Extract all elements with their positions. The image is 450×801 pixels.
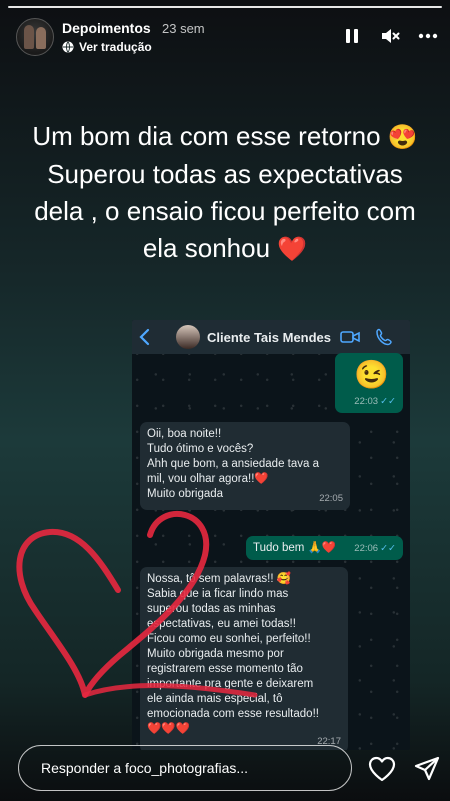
message-line: Oii, boa noite!!	[147, 428, 222, 440]
post-time: 23 sem	[162, 21, 205, 36]
red-heart-emoji: ❤️	[277, 236, 308, 263]
story-caption: Um bom dia com esse retorno 😍 Superou to…	[10, 118, 440, 268]
message-line: Ahh que bom, a ansiedade tava a	[147, 458, 319, 470]
globe-icon	[62, 41, 74, 53]
phone-icon	[376, 328, 392, 346]
heart-icon[interactable]	[368, 756, 396, 782]
message-line: espectativas, eu amei todas!!	[147, 618, 296, 630]
message-line: superou todas as minhas	[147, 603, 276, 615]
message-bubble-in: Nossa, tô sem palavras!! 🥰 Sabia que ia …	[140, 567, 348, 750]
video-call-icon	[340, 331, 360, 343]
message-text: 😉	[354, 359, 389, 390]
back-arrow-icon	[139, 328, 150, 346]
message-line: Muito obrigada	[147, 488, 224, 500]
message-time: 22:05	[319, 493, 343, 504]
more-icon[interactable]	[418, 26, 438, 46]
story-header: Depoimentos 23 sem Ver tradução	[16, 18, 438, 58]
reply-input[interactable]: Responder a foco_photografias...	[18, 745, 352, 791]
message-bubble-out: Tudo bem 🙏❤️ 22:06 ✓✓	[246, 536, 403, 560]
caption-line-2: Superou todas as expectativas	[47, 159, 403, 189]
caption-line-4: ela sonhou	[142, 233, 271, 263]
contact-avatar	[176, 325, 200, 349]
message-line: importante pra gente e deixarem	[147, 678, 314, 690]
pause-icon[interactable]	[342, 26, 362, 46]
message-line: ❤️❤️❤️	[147, 723, 190, 735]
chat-header: Cliente Tais Mendes	[132, 320, 410, 354]
message-line: registrarem esse momento tão	[147, 663, 303, 675]
message-line: mil, vou olhar agora!!❤️	[147, 473, 269, 485]
send-icon[interactable]	[414, 756, 440, 782]
message-line: Muito obrigada mesmo por	[147, 648, 284, 660]
story-progress-bar	[8, 6, 442, 8]
message-time: 22:03	[354, 396, 379, 407]
message-line: Nossa, tô sem palavras!! 🥰	[147, 573, 292, 585]
read-ticks-icon: ✓✓	[380, 396, 396, 407]
username[interactable]: Depoimentos	[62, 20, 151, 36]
mute-icon[interactable]	[380, 26, 400, 46]
read-ticks-icon: ✓✓	[380, 543, 396, 554]
message-line: ele ainda mais especial, tô	[147, 693, 283, 705]
caption-line-3: dela , o ensaio ficou perfeito com	[34, 196, 416, 226]
heart-eyes-emoji: 😍	[387, 124, 418, 151]
contact-name: Cliente Tais Mendes	[207, 330, 332, 345]
see-translation-label: Ver tradução	[79, 40, 152, 54]
message-line: emocionada com esse resultado!!	[147, 708, 319, 720]
caption-line-1: Um bom dia com esse retorno	[32, 121, 381, 151]
reply-placeholder: Responder a foco_photografias...	[41, 760, 249, 776]
avatar[interactable]	[16, 18, 54, 56]
message-line: Sabia que ia ficar lindo mas	[147, 588, 289, 600]
message-line: Ficou como eu sonhei, perfeito!!	[147, 633, 311, 645]
see-translation-link[interactable]: Ver tradução	[62, 40, 152, 54]
message-bubble-out: 😉 22:03 ✓✓	[335, 353, 403, 413]
message-bubble-in: Oii, boa noite!! Tudo ótimo e vocês? Ahh…	[140, 422, 350, 510]
message-line: Tudo ótimo e vocês?	[147, 443, 254, 455]
whatsapp-screenshot: Cliente Tais Mendes 😉 22:03 ✓✓ Oii, boa n…	[132, 320, 410, 750]
message-time: 22:06	[354, 543, 379, 554]
